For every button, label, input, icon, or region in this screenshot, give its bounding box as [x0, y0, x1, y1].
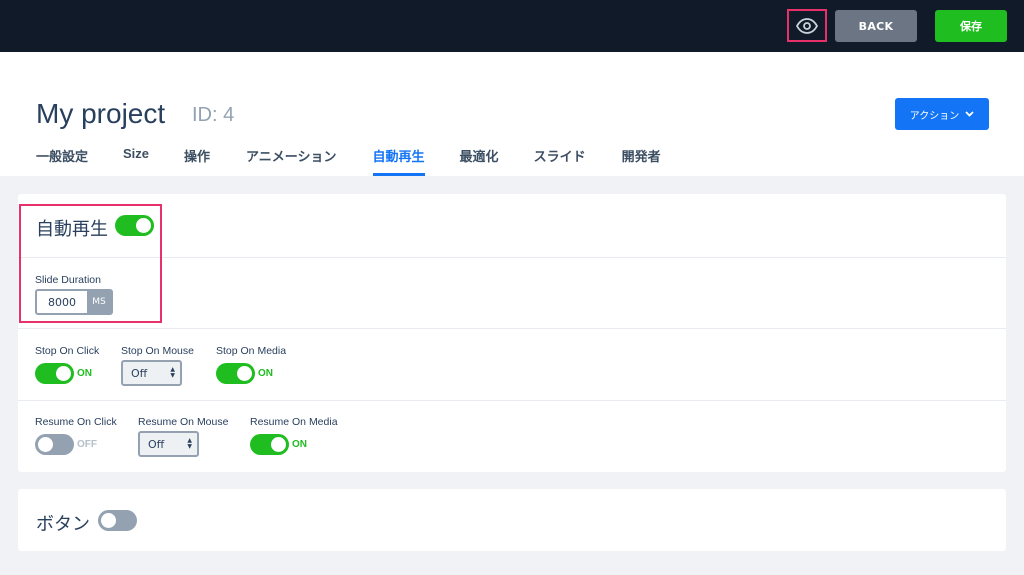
- stop-on-mouse-value: Off: [131, 366, 148, 380]
- page-title: My project: [36, 98, 166, 129]
- stop-on-media-label: Stop On Media: [216, 345, 287, 357]
- button-section-card: ボタン: [18, 489, 1006, 551]
- resume-on-mouse-value: Off: [148, 437, 165, 451]
- tab-optimize[interactable]: 最適化: [460, 144, 499, 176]
- resume-on-click-toggle[interactable]: [35, 434, 74, 455]
- divider: [18, 328, 1006, 329]
- eye-icon: [796, 17, 818, 34]
- resume-on-click-state: OFF: [77, 439, 97, 450]
- stop-on-click-state: ON: [77, 368, 92, 379]
- action-button[interactable]: アクション: [895, 98, 989, 130]
- tab-bar: 一般設定 Size 操作 アニメーション 自動再生 最適化 スライド 開発者: [36, 144, 661, 176]
- tab-autoplay[interactable]: 自動再生: [372, 144, 425, 176]
- back-button[interactable]: BACK: [835, 10, 917, 42]
- preview-button[interactable]: [787, 9, 827, 42]
- resume-on-click-label: Resume On Click: [35, 416, 117, 428]
- stop-on-mouse-select[interactable]: Off ▲ ▼: [121, 360, 182, 386]
- save-button[interactable]: 保存: [935, 10, 1007, 42]
- tab-general[interactable]: 一般設定: [36, 144, 88, 176]
- stop-on-media-toggle[interactable]: [216, 363, 255, 384]
- autoplay-card: 自動再生 Slide Duration 8000 MS Stop On Clic…: [18, 194, 1006, 472]
- resume-on-media-label: Resume On Media: [250, 416, 338, 428]
- resume-on-media-state: ON: [292, 439, 307, 450]
- stop-on-click-toggle[interactable]: [35, 363, 74, 384]
- tab-controls[interactable]: 操作: [184, 144, 210, 176]
- stop-on-mouse-label: Stop On Mouse: [121, 345, 194, 357]
- button-section-toggle[interactable]: [98, 510, 137, 531]
- select-arrows-icon: ▲ ▼: [187, 437, 192, 450]
- button-section-title: ボタン: [36, 514, 90, 534]
- resume-on-mouse-select[interactable]: Off ▲ ▼: [138, 431, 199, 457]
- action-label: アクション: [909, 110, 960, 122]
- tab-animation[interactable]: アニメーション: [246, 144, 336, 176]
- select-arrows-icon: ▲ ▼: [170, 366, 175, 379]
- stop-on-media-state: ON: [258, 368, 273, 379]
- divider: [18, 257, 1006, 258]
- stop-on-click-label: Stop On Click: [35, 345, 100, 357]
- tab-size[interactable]: Size: [123, 144, 149, 176]
- chevron-down-icon: [965, 111, 974, 117]
- annotation-highlight: [19, 204, 162, 323]
- tab-developer[interactable]: 開発者: [622, 144, 661, 176]
- tab-slides[interactable]: スライド: [534, 144, 586, 176]
- divider: [18, 400, 1006, 401]
- top-bar: BACK 保存: [0, 0, 1024, 52]
- page-header: My project ID: 4 アクション 一般設定 Size 操作 アニメー…: [0, 52, 1024, 176]
- project-id: ID: 4: [192, 104, 235, 126]
- resume-on-mouse-label: Resume On Mouse: [138, 416, 229, 428]
- resume-on-media-toggle[interactable]: [250, 434, 289, 455]
